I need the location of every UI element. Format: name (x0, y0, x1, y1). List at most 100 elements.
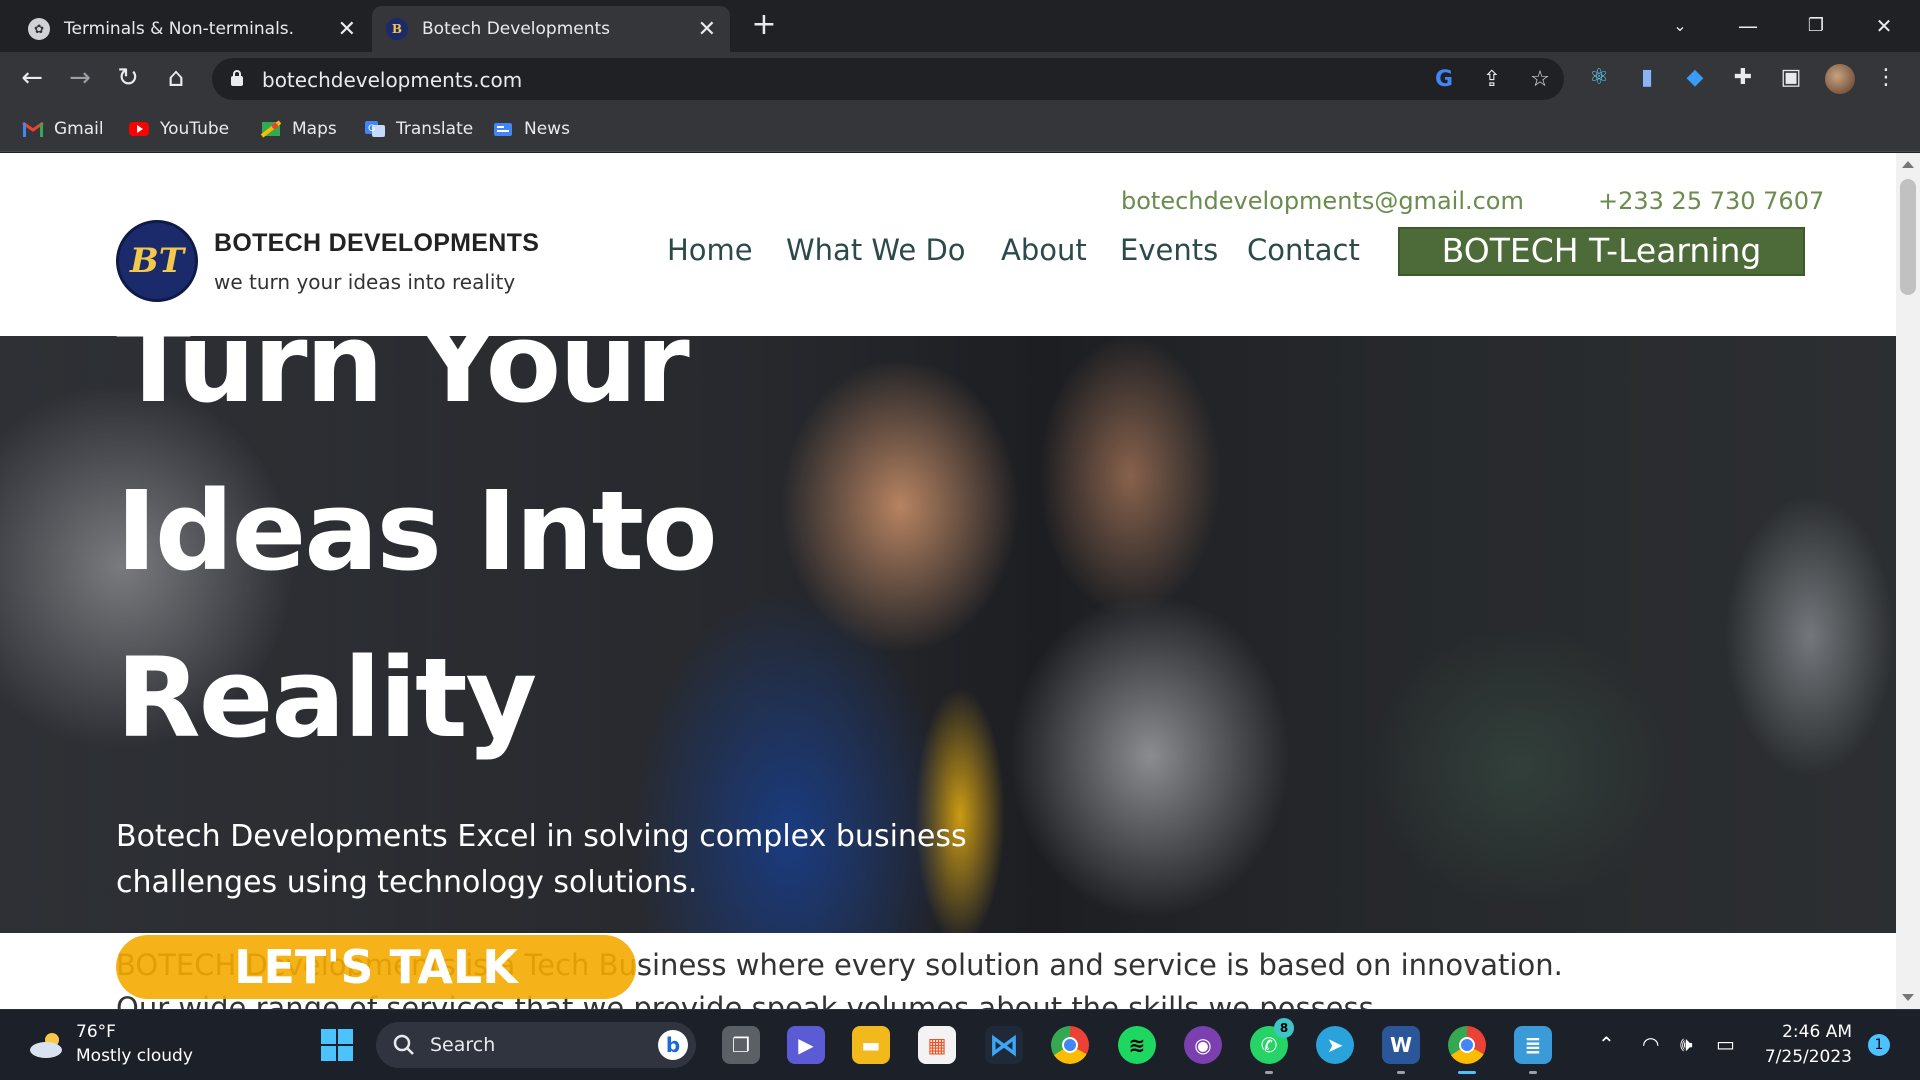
page-scrollbar[interactable] (1896, 153, 1920, 1009)
vscode-icon[interactable]: ⋈ (985, 1026, 1023, 1064)
restore-icon[interactable]: ❐ (1796, 8, 1836, 44)
bing-icon[interactable]: b (658, 1030, 688, 1060)
chrome-icon[interactable] (1051, 1026, 1089, 1064)
react-devtools-icon[interactable]: ⚛ (1585, 64, 1613, 92)
telegram-icon[interactable]: ➤ (1316, 1026, 1354, 1064)
notification-badge[interactable]: 1 (1868, 1034, 1890, 1056)
scroll-up-arrow-icon[interactable] (1902, 161, 1914, 168)
bookmark-news[interactable]: News (492, 116, 570, 142)
battery-icon[interactable]: ▭ (1716, 1032, 1735, 1056)
minimize-icon[interactable]: — (1728, 8, 1768, 44)
bookmark-label: Gmail (54, 119, 104, 139)
tab-strip: ✿ Terminals & Non-terminals. ✕ B Botech … (0, 0, 1920, 52)
hero-title-line: Reality (116, 634, 537, 762)
search-label: Search (430, 1034, 496, 1056)
hero-subtitle: Botech Developments Excel in solving com… (116, 819, 967, 900)
url-text[interactable]: botechdevelopments.com (262, 68, 522, 92)
translate-icon: G (365, 121, 385, 137)
whatsapp-icon[interactable]: ✆ 8 (1250, 1018, 1294, 1074)
spotify-icon[interactable]: ≋ (1118, 1026, 1156, 1064)
new-tab-button[interactable]: + (748, 10, 780, 42)
address-bar[interactable]: botechdevelopments.com G ⇪ ☆ (212, 58, 1564, 100)
bookmark-label: Maps (292, 119, 337, 139)
wifi-icon[interactable]: ◠ (1642, 1032, 1659, 1056)
running-indicator (1265, 1071, 1273, 1074)
share-icon[interactable]: ⇪ (1478, 66, 1506, 94)
search-icon (393, 1034, 414, 1055)
contact-email-link[interactable]: botechdevelopments@gmail.com (1121, 187, 1524, 215)
nav-what-we-do[interactable]: What We Do (786, 233, 966, 267)
github-desktop-icon[interactable]: ◉ (1184, 1026, 1222, 1064)
extensions-puzzle-icon[interactable]: ✚ (1729, 64, 1757, 92)
close-tab-icon[interactable]: ✕ (338, 17, 356, 42)
running-indicator (1397, 1071, 1405, 1074)
botech-favicon-icon: B (386, 18, 408, 40)
taskbar-search-box[interactable]: Search b (376, 1022, 696, 1068)
brand-tagline: we turn your ideas into reality (214, 270, 516, 294)
browser-toolbar: ← → ↻ ⌂ botechdevelopments.com G ⇪ ☆ ⚛ ▮… (0, 52, 1920, 104)
bookmark-star-icon[interactable]: ☆ (1526, 66, 1554, 94)
page-viewport[interactable]: BT BOTECH DEVELOPMENTS we turn your idea… (0, 153, 1920, 1009)
volume-icon[interactable]: 🕪 (1680, 1032, 1693, 1056)
maps-icon (260, 120, 282, 138)
tab-search-chevron-icon[interactable]: ⌄ (1660, 8, 1700, 44)
windows-start-icon[interactable] (318, 1026, 356, 1064)
tab-title: Botech Developments (422, 19, 611, 39)
tab-botech[interactable]: B Botech Developments ✕ (372, 6, 730, 52)
bookmark-youtube[interactable]: YouTube (128, 116, 229, 142)
botech-t-learning-button[interactable]: BOTECH T-Learning (1398, 227, 1805, 276)
weather-temperature[interactable]: 76°F (76, 1022, 116, 1042)
close-tab-icon[interactable]: ✕ (698, 17, 716, 42)
cloudy-weather-icon[interactable] (28, 1030, 68, 1060)
contact-phone-link[interactable]: +233 25 730 7607 (1598, 187, 1824, 215)
weather-description[interactable]: Mostly cloudy (76, 1046, 193, 1066)
hero-banner: Turn Your Ideas Into Reality Botech Deve… (0, 336, 1896, 933)
botech-logo[interactable]: BT (116, 220, 198, 302)
clock-time[interactable]: 2:46 AM (1782, 1022, 1852, 1042)
bookmarks-bar: Gmail YouTube Maps G Translate News (0, 104, 1920, 152)
chrome-profile-icon[interactable] (1448, 1026, 1486, 1074)
svg-text:G: G (368, 124, 375, 134)
chatgpt-favicon-icon: ✿ (28, 18, 50, 40)
brand-name[interactable]: BOTECH DEVELOPMENTS (214, 229, 539, 258)
bookmark-label: YouTube (160, 119, 230, 139)
bookmark-gmail[interactable]: Gmail (22, 116, 104, 142)
extension-icon[interactable]: ◆ (1681, 64, 1709, 92)
bookmark-maps[interactable]: Maps (260, 116, 337, 142)
side-panel-icon[interactable]: ▣ (1777, 64, 1805, 92)
news-icon (494, 123, 512, 136)
home-icon[interactable]: ⌂ (158, 60, 194, 96)
windows-taskbar: 76°F Mostly cloudy Search b ❐ ▶ ▬ ▦ ⋈ ≋ … (0, 1009, 1920, 1080)
nav-contact[interactable]: Contact (1247, 233, 1360, 267)
nav-events[interactable]: Events (1120, 233, 1218, 267)
show-hidden-icons-chevron-icon[interactable]: ⌃ (1598, 1032, 1615, 1056)
reload-icon[interactable]: ↻ (110, 60, 146, 96)
forward-arrow-icon[interactable]: → (62, 60, 98, 96)
tab-title: Terminals & Non-terminals. (64, 19, 295, 39)
clock-date[interactable]: 7/25/2023 (1762, 1047, 1852, 1067)
scroll-down-arrow-icon[interactable] (1902, 994, 1914, 1001)
back-arrow-icon[interactable]: ← (14, 60, 50, 96)
tab-terminals[interactable]: ✿ Terminals & Non-terminals. ✕ (14, 6, 370, 52)
word-icon[interactable]: W (1382, 1026, 1420, 1074)
nav-about[interactable]: About (1001, 233, 1087, 267)
lets-talk-button[interactable]: LET'S TALK (116, 935, 636, 999)
docs-extension-icon[interactable]: ▮ (1633, 64, 1661, 92)
file-explorer-icon[interactable]: ▬ (852, 1026, 890, 1064)
profile-avatar[interactable] (1825, 64, 1855, 94)
bookmark-label: News (524, 119, 570, 139)
task-view-icon[interactable]: ❐ (722, 1026, 760, 1064)
youtube-icon (129, 122, 149, 136)
notepad-icon[interactable]: ≣ (1514, 1026, 1552, 1074)
hero-title-line: Turn Your (116, 336, 690, 427)
microsoft-store-icon[interactable]: ▦ (918, 1026, 956, 1064)
close-window-icon[interactable]: ✕ (1864, 8, 1904, 44)
whatsapp-unread-badge: 8 (1274, 1018, 1294, 1038)
bookmark-label: Translate (396, 119, 474, 139)
nav-home[interactable]: Home (667, 233, 753, 267)
scroll-thumb[interactable] (1900, 179, 1916, 295)
bookmark-translate[interactable]: G Translate (364, 116, 473, 142)
menu-kebab-icon[interactable]: ⋮ (1872, 64, 1900, 92)
teams-chat-icon[interactable]: ▶ (787, 1026, 825, 1064)
google-lens-icon[interactable]: G (1430, 66, 1458, 94)
